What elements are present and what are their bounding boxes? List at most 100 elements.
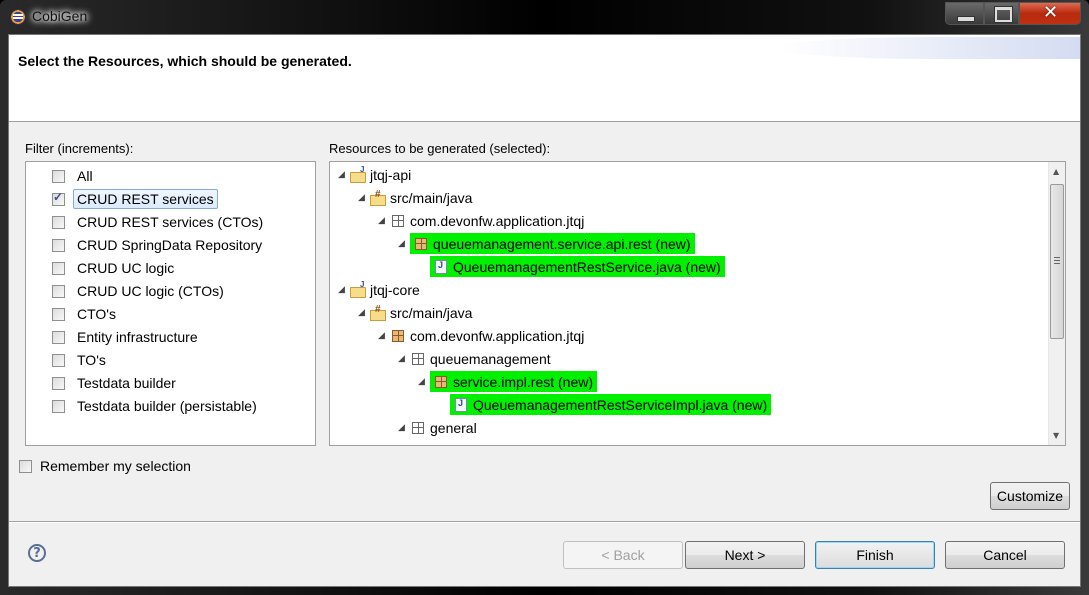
expand-toggle-icon[interactable]: ◢ [378, 330, 390, 341]
tree-node[interactable]: ◢ com.devonfw.application.jtqj [378, 325, 584, 346]
filter-item[interactable]: CRUD UC logic [52, 258, 178, 278]
package-icon [433, 374, 449, 390]
checkbox-icon[interactable] [52, 376, 65, 390]
filter-item-label: All [77, 168, 93, 184]
expand-toggle-icon[interactable]: ◢ [378, 215, 390, 226]
back-button[interactable]: < Back [563, 541, 683, 569]
tree-node[interactable]: ◢ queuemanagement [398, 348, 551, 369]
filter-item[interactable]: Testdata builder (persistable) [52, 396, 261, 416]
tree-node[interactable]: ◢ src/main/java [358, 187, 472, 208]
tree-node[interactable]: ◢ jtqj-api [338, 164, 411, 185]
tree-node[interactable]: ◢ general [398, 417, 477, 438]
help-icon[interactable]: ? [28, 544, 46, 562]
tree-node-label: general [430, 419, 477, 436]
checkbox-icon[interactable] [52, 399, 65, 413]
resources-tree[interactable]: ▲ ▼ ◢jtqj-api◢src/main/java◢com.devonfw.… [329, 161, 1066, 446]
filter-item-label: CRUD UC logic (CTOs) [77, 283, 224, 299]
expand-toggle-icon[interactable]: ◢ [358, 192, 370, 203]
expand-toggle-icon[interactable]: ◢ [398, 422, 410, 433]
cancel-button[interactable]: Cancel [945, 541, 1065, 569]
title-bar[interactable]: CobiGen ✕ [0, 0, 1089, 34]
tree-node[interactable]: ◢ src/main/java [358, 302, 472, 323]
filter-item[interactable]: Entity infrastructure [52, 327, 202, 347]
tree-node-label: QueuemanagementRestService.java (new) [453, 258, 721, 275]
tree-node[interactable]: ◢ service.impl.rest (new) [418, 371, 598, 392]
filter-item-label: Entity infrastructure [77, 329, 198, 345]
tree-node-label: com.devonfw.application.jtqj [410, 327, 585, 344]
remember-selection-checkbox[interactable]: Remember my selection [19, 456, 191, 476]
remember-selection-label: Remember my selection [40, 458, 191, 474]
checkbox-icon[interactable] [52, 238, 65, 252]
banner-decoration [780, 37, 1080, 59]
empty-package-icon [410, 351, 426, 367]
filter-item-label: TO's [77, 352, 106, 368]
minimize-button[interactable] [945, 2, 984, 25]
expand-toggle-icon[interactable]: ◢ [398, 238, 410, 249]
close-button[interactable]: ✕ [1019, 2, 1081, 25]
filter-item[interactable]: CRUD REST services (CTOs) [52, 212, 267, 232]
tree-node[interactable]: ◢ com.devonfw.application.jtqj [378, 210, 584, 231]
tree-node[interactable]: QueuemanagementRestServiceImpl.java (new… [438, 394, 772, 415]
expand-toggle-icon[interactable]: ◢ [398, 353, 410, 364]
filter-item[interactable]: CTO's [52, 304, 120, 324]
filter-item[interactable]: CRUD SpringData Repository [52, 235, 266, 255]
eclipse-app-icon [10, 9, 26, 25]
checkbox-icon[interactable] [52, 215, 65, 229]
expand-toggle-icon[interactable]: ◢ [418, 376, 430, 387]
scrollbar-thumb[interactable] [1050, 184, 1064, 339]
filter-item[interactable]: All [52, 166, 97, 186]
tree-node[interactable]: ◢ queuemanagement.service.api.rest (new) [398, 233, 695, 254]
filter-item[interactable]: CRUD UC logic (CTOs) [52, 281, 228, 301]
package-icon [390, 328, 406, 344]
customize-button[interactable]: Customize [990, 482, 1070, 510]
grip-icon [1054, 257, 1060, 265]
checkbox-icon[interactable] [19, 459, 32, 473]
scroll-down-icon[interactable]: ▼ [1053, 431, 1059, 440]
node-content: com.devonfw.application.jtqj [390, 328, 584, 344]
scroll-up-icon[interactable]: ▲ [1053, 167, 1059, 176]
close-icon: ✕ [1043, 2, 1059, 23]
wizard-banner: Select the Resources, which should be ge… [9, 35, 1080, 122]
filter-item[interactable]: CRUD REST services [52, 189, 218, 209]
expand-toggle-icon[interactable]: ◢ [338, 284, 350, 295]
checkbox-icon[interactable] [52, 353, 65, 367]
maximize-button[interactable] [984, 2, 1019, 25]
package-icon [413, 236, 429, 252]
filter-item[interactable]: TO's [52, 350, 110, 370]
expand-toggle-icon[interactable]: ◢ [358, 307, 370, 318]
filter-item-label: CRUD REST services (CTOs) [77, 214, 264, 230]
filter-item-label: Testdata builder [77, 375, 176, 391]
node-content: src/main/java [370, 189, 472, 206]
checkbox-icon[interactable] [52, 330, 65, 344]
finish-button[interactable]: Finish [815, 541, 935, 569]
dialog-window: CobiGen ✕ Select the Resources, which sh… [0, 0, 1089, 595]
expand-toggle-icon[interactable]: ◢ [338, 169, 350, 180]
maximize-icon [994, 6, 1013, 23]
node-content: com.devonfw.application.jtqj [390, 213, 584, 229]
tree-node-label: jtqj-core [370, 281, 420, 298]
project-icon [350, 280, 366, 298]
checkbox-icon[interactable] [52, 284, 65, 298]
tree-node[interactable]: ◢ jtqj-core [338, 279, 420, 300]
java-file-icon [453, 397, 469, 413]
checkbox-icon[interactable] [52, 307, 65, 321]
empty-package-icon [390, 213, 406, 229]
checkbox-icon[interactable] [52, 169, 65, 183]
minimize-icon [957, 16, 975, 22]
highlighted-node: queuemanagement.service.api.rest (new) [410, 233, 695, 254]
filter-item[interactable]: Testdata builder [52, 373, 180, 393]
checkbox-checked-icon[interactable] [52, 190, 65, 206]
next-button[interactable]: Next > [685, 541, 805, 569]
java-file-icon [433, 259, 449, 275]
node-content: src/main/java [370, 304, 472, 321]
project-icon [350, 165, 366, 183]
checkbox-icon[interactable] [52, 261, 65, 275]
highlighted-node: service.impl.rest (new) [430, 371, 598, 392]
filter-list[interactable]: All CRUD REST services CRUD REST services … [25, 161, 316, 446]
tree-node-label: jtqj-api [370, 166, 412, 183]
window-title: CobiGen [32, 8, 88, 24]
vertical-scrollbar[interactable]: ▲ ▼ [1048, 162, 1065, 445]
filter-item-label: Testdata builder (persistable) [77, 398, 257, 414]
source-folder-icon [370, 189, 386, 206]
tree-node[interactable]: QueuemanagementRestService.java (new) [418, 256, 725, 277]
